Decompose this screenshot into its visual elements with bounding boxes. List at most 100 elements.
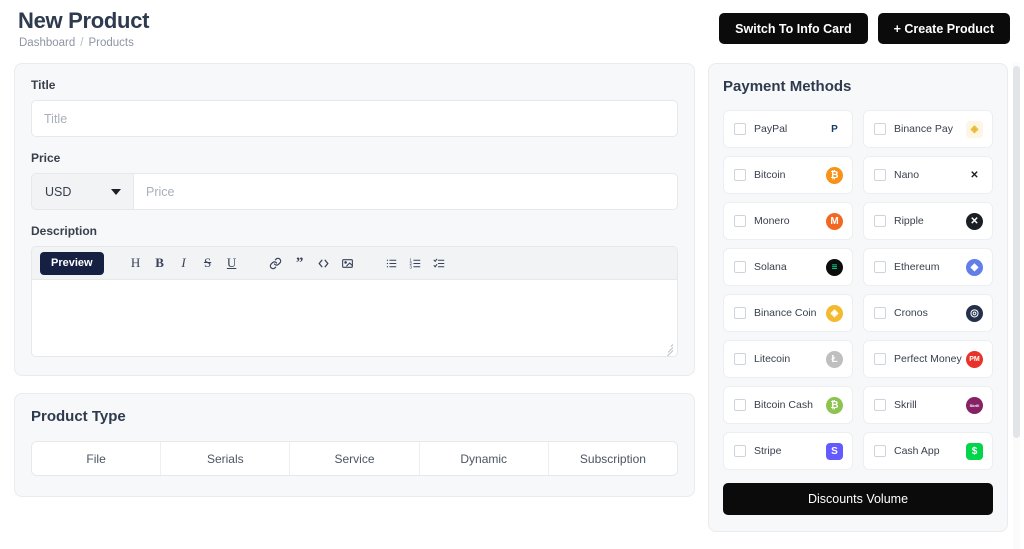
title-input[interactable] xyxy=(31,100,678,137)
payment-method-checkbox[interactable] xyxy=(874,215,886,227)
product-type-title: Product Type xyxy=(31,408,126,425)
page-scrollbar-thumb[interactable] xyxy=(1013,66,1020,438)
bitcoin-icon: ₿ xyxy=(826,166,843,184)
payment-method-item[interactable]: Ripple ✕ xyxy=(863,202,993,240)
nano-icon: ✕ xyxy=(970,169,979,181)
link-icon[interactable] xyxy=(264,251,288,275)
description-textarea[interactable] xyxy=(32,280,677,356)
italic-icon[interactable]: I xyxy=(172,251,196,275)
payment-method-item[interactable]: Nano ✕ xyxy=(863,156,993,194)
right-column: Payment Methods PayPal P Binance Pay ◈ Bitco… xyxy=(708,63,1008,532)
tab-service[interactable]: Service xyxy=(290,442,420,475)
product-type-tabs: File Serials Service Dynamic Subscriptio… xyxy=(31,441,678,476)
strikethrough-icon[interactable]: S xyxy=(196,251,220,275)
binance-coin-icon: ◈ xyxy=(826,304,843,322)
switch-to-info-card-button[interactable]: Switch To Info Card xyxy=(719,13,868,44)
task-list-icon[interactable] xyxy=(428,251,452,275)
payment-method-item[interactable]: Skrill Skrill xyxy=(863,386,993,424)
payment-method-label: Binance Pay xyxy=(894,123,953,135)
currency-select[interactable]: USD xyxy=(31,173,133,210)
payment-method-checkbox[interactable] xyxy=(734,445,746,457)
page-body: Title Price USD Description Preview xyxy=(0,57,1024,549)
payment-method-item[interactable]: Litecoin Ł xyxy=(723,340,853,378)
payment-method-item[interactable]: Cash App $ xyxy=(863,432,993,470)
tab-dynamic[interactable]: Dynamic xyxy=(419,442,549,475)
discounts-volume-button[interactable]: Discounts Volume xyxy=(723,483,993,515)
payment-method-checkbox[interactable] xyxy=(874,261,886,273)
payment-method-checkbox[interactable] xyxy=(874,399,886,411)
payment-methods-card: Payment Methods PayPal P Binance Pay ◈ Bitco… xyxy=(708,63,1008,532)
payment-method-checkbox[interactable] xyxy=(734,123,746,135)
payment-method-label: Monero xyxy=(754,215,790,227)
payment-method-item[interactable]: Ethereum ◆ xyxy=(863,248,993,286)
payment-method-label: Ethereum xyxy=(894,261,940,273)
payment-method-item[interactable]: Perfect Money PM xyxy=(863,340,993,378)
payment-method-checkbox[interactable] xyxy=(874,169,886,181)
ethereum-icon: ◆ xyxy=(966,258,983,276)
payment-method-checkbox[interactable] xyxy=(874,123,886,135)
title-label: Title xyxy=(31,78,56,92)
payment-method-label: Perfect Money xyxy=(894,353,962,365)
create-product-button[interactable]: + Create Product xyxy=(877,13,1010,44)
insert-group: ” xyxy=(264,251,360,275)
breadcrumb-products[interactable]: Products xyxy=(88,37,133,49)
payment-method-item[interactable]: Stripe S xyxy=(723,432,853,470)
bold-icon[interactable]: B xyxy=(148,251,172,275)
preview-button[interactable]: Preview xyxy=(40,251,104,275)
skrill-icon: Skrill xyxy=(966,396,983,414)
payment-method-checkbox[interactable] xyxy=(874,445,886,457)
chevron-down-icon xyxy=(111,188,121,195)
underline-icon[interactable]: U xyxy=(220,251,244,275)
payment-method-checkbox[interactable] xyxy=(874,353,886,365)
payment-method-item[interactable]: Monero M xyxy=(723,202,853,240)
bitcoin-cash-icon: ₿ xyxy=(826,396,843,414)
editor-toolbar: Preview H B I S U ” 1 2 3 xyxy=(32,247,677,280)
binance-pay-icon: ◈ xyxy=(966,120,983,138)
payment-method-label: Cronos xyxy=(894,307,928,319)
payment-method-label: Skrill xyxy=(894,399,917,411)
text-format-group: H B I S U xyxy=(124,251,244,275)
image-icon[interactable] xyxy=(336,251,360,275)
payment-method-item[interactable]: PayPal P xyxy=(723,110,853,148)
tab-subscription[interactable]: Subscription xyxy=(548,442,677,475)
cronos-icon: ◎ xyxy=(966,304,983,322)
payment-method-item[interactable]: Bitcoin ₿ xyxy=(723,156,853,194)
payment-method-item[interactable]: Binance Coin ◈ xyxy=(723,294,853,332)
numbered-list-icon[interactable]: 123 xyxy=(404,251,428,275)
payment-method-label: Bitcoin xyxy=(754,169,786,181)
payment-methods-title: Payment Methods xyxy=(723,78,852,95)
solana-icon: ≡ xyxy=(826,258,843,276)
payment-method-checkbox[interactable] xyxy=(734,399,746,411)
tab-file[interactable]: File xyxy=(32,442,162,475)
payment-method-item[interactable]: Solana ≡ xyxy=(723,248,853,286)
payment-method-checkbox[interactable] xyxy=(734,169,746,181)
payment-method-label: Litecoin xyxy=(754,353,791,365)
payment-method-checkbox[interactable] xyxy=(734,215,746,227)
price-input[interactable] xyxy=(133,173,678,210)
cash-app-icon: $ xyxy=(966,442,983,460)
payment-method-label: Stripe xyxy=(754,445,782,457)
payment-method-item[interactable]: Bitcoin Cash ₿ xyxy=(723,386,853,424)
price-label: Price xyxy=(31,151,61,165)
payment-method-label: Solana xyxy=(754,261,787,273)
payment-method-checkbox[interactable] xyxy=(874,307,886,319)
bullet-list-icon[interactable] xyxy=(380,251,404,275)
breadcrumb-separator: / xyxy=(80,37,84,49)
payment-method-item[interactable]: Binance Pay ◈ xyxy=(863,110,993,148)
tab-serials[interactable]: Serials xyxy=(161,442,291,475)
payment-method-checkbox[interactable] xyxy=(734,261,746,273)
payment-method-label: Binance Coin xyxy=(754,307,817,319)
payment-method-checkbox[interactable] xyxy=(734,353,746,365)
header-actions: Switch To Info Card + Create Product xyxy=(719,13,1010,44)
page-title: New Product xyxy=(18,8,150,33)
monero-icon: M xyxy=(826,212,843,230)
paypal-icon: P xyxy=(831,123,838,135)
page-header: New Product Dashboard / Products Switch To… xyxy=(0,0,1024,56)
payment-method-checkbox[interactable] xyxy=(734,307,746,319)
price-row: USD xyxy=(31,173,678,210)
breadcrumb-dashboard[interactable]: Dashboard xyxy=(19,37,75,49)
payment-method-item[interactable]: Cronos ◎ xyxy=(863,294,993,332)
code-icon[interactable] xyxy=(312,251,336,275)
heading-icon[interactable]: H xyxy=(124,251,148,275)
quote-icon[interactable]: ” xyxy=(288,251,312,275)
